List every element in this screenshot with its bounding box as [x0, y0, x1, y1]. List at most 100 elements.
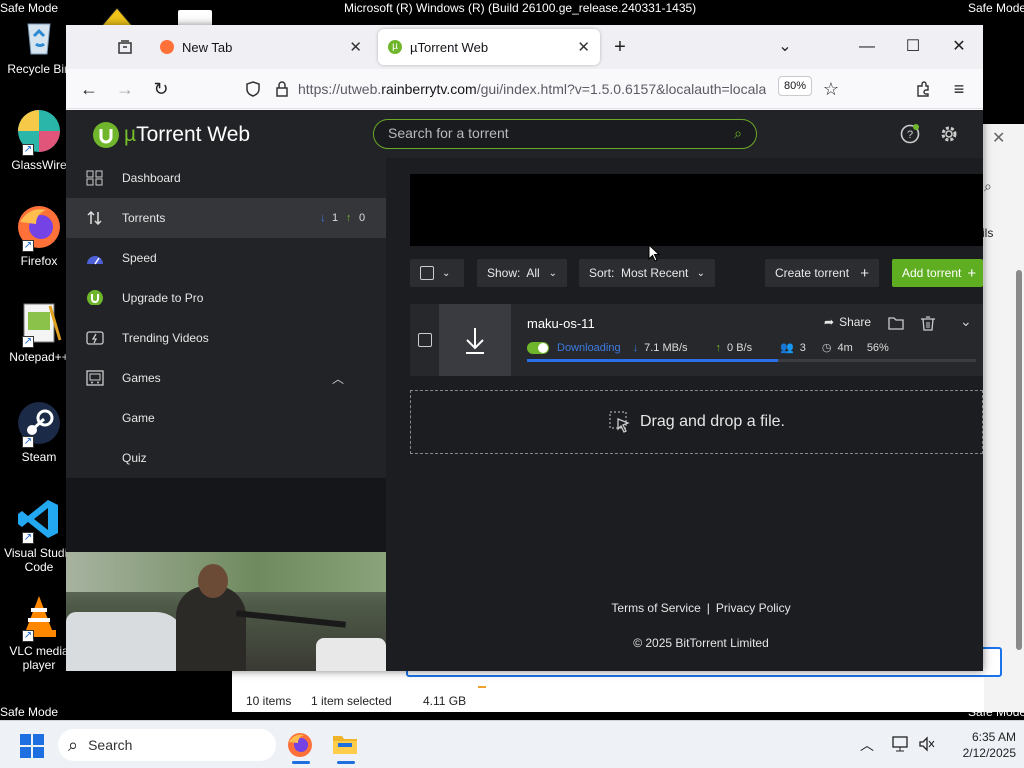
show-filter-dropdown[interactable]: Show: All ⌄	[477, 259, 567, 287]
footer-separator: |	[706, 601, 710, 615]
menu-hamburger-icon[interactable]: ≡	[944, 75, 974, 103]
extensions-icon[interactable]	[908, 75, 938, 103]
add-torrent-button[interactable]: Add torrent +	[892, 259, 983, 287]
status-toggle[interactable]	[527, 341, 549, 354]
sidebar-label: Games	[122, 371, 161, 385]
maximize-icon[interactable]: ☐	[898, 33, 928, 61]
glasswire-icon: ↗	[16, 108, 62, 156]
torrent-search-input[interactable]: Search for a torrent ⌕	[373, 119, 757, 149]
search-icon[interactable]: ⌕	[984, 178, 992, 195]
ad-banner[interactable]	[410, 174, 983, 246]
select-all-dropdown[interactable]: ⌄	[410, 259, 464, 287]
tab-bar: New Tab ✕ µ µTorrent Web ✕ + ⌄ — ☐ ✕	[66, 25, 983, 69]
download-count: 1	[332, 212, 339, 224]
url-host: rainberrytv.com	[381, 81, 477, 97]
utorrent-favicon: µ	[388, 40, 402, 54]
drag-drop-icon	[609, 411, 630, 433]
url-input[interactable]: https://utweb. rainberrytv.com/gui/index.…	[298, 73, 778, 105]
settings-gear-icon[interactable]	[939, 124, 959, 147]
sidebar-label: Quiz	[122, 451, 147, 465]
taskbar-search-input[interactable]: ⌕ Search	[58, 729, 276, 761]
windows-start-icon[interactable]	[20, 734, 44, 761]
taskbar-file-explorer-icon[interactable]	[332, 733, 360, 764]
eta-value: 4m	[837, 341, 853, 354]
drag-drop-zone[interactable]: Drag and drop a file.	[410, 390, 983, 454]
lock-icon[interactable]	[267, 75, 297, 103]
utorrent-logo-icon	[93, 122, 119, 148]
tray-chevron-up-icon[interactable]: ︿	[860, 735, 874, 755]
scrollbar[interactable]	[1016, 270, 1022, 650]
zoom-level-button[interactable]: 80%	[778, 76, 812, 96]
shortcut-arrow-icon: ↗	[22, 240, 34, 252]
sort-dropdown[interactable]: Sort: Most Recent ⌄	[579, 259, 715, 287]
progress-fill	[527, 359, 779, 362]
back-icon[interactable]: ←	[74, 75, 104, 103]
new-tab-icon[interactable]: +	[605, 33, 635, 61]
utorrent-logo[interactable]: µ Torrent Web	[92, 121, 250, 149]
file-icon	[178, 10, 212, 26]
trash-icon[interactable]	[920, 315, 936, 331]
item-count: 10 items	[246, 694, 292, 708]
firefox-window[interactable]: New Tab ✕ µ µTorrent Web ✕ + ⌄ — ☐ ✕ ← →…	[66, 25, 983, 671]
sidebar-item-upgrade[interactable]: Upgrade to Pro	[66, 278, 386, 318]
close-tab-icon[interactable]: ✕	[577, 38, 590, 56]
drop-zone-label: Drag and drop a file.	[640, 413, 785, 430]
search-placeholder: Search for a torrent	[388, 125, 509, 141]
taskbar-firefox-icon[interactable]	[286, 731, 316, 764]
firefox-icon: ↗	[16, 204, 62, 252]
upload-speed: 0 B/s	[727, 341, 753, 354]
torrent-row-checkbox[interactable]	[418, 333, 432, 347]
clock-icon: ◷	[821, 342, 832, 354]
shortcut-arrow-icon: ↗	[22, 144, 34, 156]
video-ad-thumbnail[interactable]	[66, 552, 386, 671]
share-button[interactable]: ➦ Share	[824, 315, 871, 329]
logo-mu: µ	[124, 123, 137, 146]
create-torrent-button[interactable]: Create torrent +	[765, 259, 879, 287]
vlc-icon: ↗	[16, 594, 62, 642]
sidebar-item-games[interactable]: Games ︿	[66, 358, 386, 398]
tab-utorrent-web[interactable]: µ µTorrent Web ✕	[378, 29, 600, 65]
peers-icon: 👥	[780, 342, 794, 354]
shortcut-arrow-icon: ↗	[22, 336, 34, 348]
sidebar-item-dashboard[interactable]: Dashboard	[66, 158, 386, 198]
help-icon[interactable]: ?	[900, 124, 920, 147]
privacy-policy-link[interactable]: Privacy Policy	[716, 601, 791, 615]
close-tab-icon[interactable]: ✕	[349, 38, 362, 56]
sidebar-item-trending-videos[interactable]: Trending Videos	[66, 318, 386, 358]
share-arrow-icon: ➦	[824, 315, 835, 329]
sidebar-item-quiz[interactable]: Quiz	[66, 438, 386, 478]
taskbar-clock[interactable]: 6:35 AM 2/12/2025	[946, 729, 1016, 761]
speed-gauge-icon	[87, 256, 103, 265]
sidebar-item-game[interactable]: Game	[66, 398, 386, 438]
close-icon[interactable]: ✕	[992, 128, 1005, 148]
search-icon[interactable]: ⌕	[734, 120, 742, 147]
notepadpp-icon: ↗	[16, 300, 62, 348]
list-tabs-chevron-icon[interactable]: ⌄	[770, 33, 800, 61]
terms-of-service-link[interactable]: Terms of Service	[611, 601, 700, 615]
sidebar: Dashboard Torrents ↓ 1 ↑ 0 Speed Upgrade…	[66, 158, 386, 478]
games-icon	[86, 370, 104, 386]
progress-track	[527, 359, 976, 362]
close-window-icon[interactable]: ✕	[944, 33, 974, 61]
network-icon[interactable]	[892, 736, 910, 755]
shield-icon[interactable]	[238, 75, 268, 103]
sidebar-item-speed[interactable]: Speed	[66, 238, 386, 278]
bookmark-star-icon[interactable]: ☆	[816, 75, 846, 103]
minimize-icon[interactable]: —	[852, 33, 882, 61]
expand-chevron-down-icon[interactable]: ⌄	[960, 313, 972, 330]
peers-count: 3	[799, 341, 806, 354]
select-all-checkbox[interactable]	[420, 266, 434, 280]
forward-icon[interactable]: →	[110, 75, 140, 103]
torrent-status-line: Downloading ↓ 7.1 MB/s ↑ 0 B/s 👥 3 ◷ 4m …	[527, 341, 889, 354]
volume-muted-icon[interactable]	[918, 736, 936, 755]
folder-icon[interactable]	[888, 316, 904, 330]
taskbar: ⌕ Search ︿ 6:35 AM 2/12/2025	[0, 720, 1024, 768]
tab-new-tab[interactable]: New Tab ✕	[150, 29, 372, 65]
sidebar-item-torrents[interactable]: Torrents ↓ 1 ↑ 0	[66, 198, 386, 238]
torrent-name[interactable]: maku-os-11	[527, 316, 595, 331]
torrent-row[interactable]: maku-os-11 ➦ Share ⌄ Downloading ↓ 7.1 M…	[410, 304, 983, 376]
chevron-up-icon[interactable]: ︿	[332, 370, 344, 387]
tab-overview-icon[interactable]	[110, 33, 140, 61]
torrent-thumbnail	[439, 304, 511, 376]
reload-icon[interactable]: ↻	[146, 75, 176, 103]
